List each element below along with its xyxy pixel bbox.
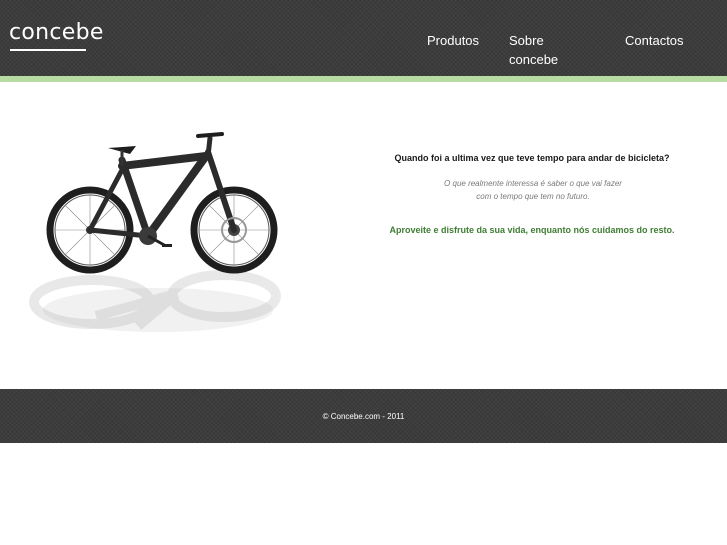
subtext: O que realmente interessa é saber o que … bbox=[444, 179, 622, 201]
nav-item-contactos[interactable]: Contactos bbox=[625, 31, 684, 50]
site-logo[interactable]: concebe bbox=[9, 20, 104, 46]
tagline: Aproveite e disfrute da sua vida, enquan… bbox=[389, 225, 675, 235]
site-header: concebe Produtos Sobre concebe Contactos bbox=[0, 0, 727, 76]
headline-question: Quando foi a ultima vez que teve tempo p… bbox=[394, 153, 670, 163]
nav-item-produtos[interactable]: Produtos bbox=[427, 31, 479, 50]
nav-item-sobre-concebe[interactable]: Sobre concebe bbox=[509, 31, 579, 69]
copyright-text: © Concebe.com - 2011 bbox=[322, 412, 405, 421]
accent-bar bbox=[0, 76, 727, 82]
mountain-bike-image bbox=[29, 132, 281, 332]
site-footer: © Concebe.com - 2011 bbox=[0, 389, 727, 443]
logo-underline bbox=[10, 49, 86, 51]
